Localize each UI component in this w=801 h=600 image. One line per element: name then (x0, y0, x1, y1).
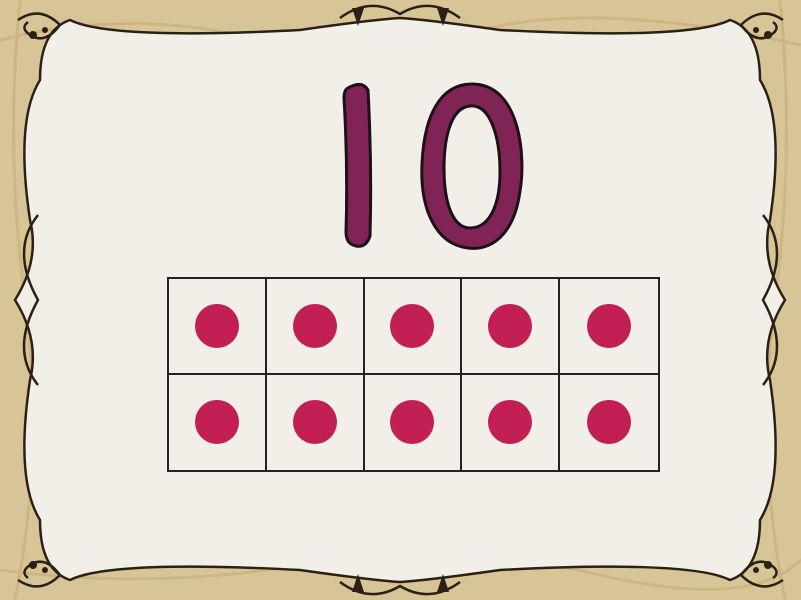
ten-frame-cell (365, 374, 463, 470)
digit-one (342, 83, 373, 248)
ten-frame-cell (560, 279, 658, 375)
counter-dot (292, 400, 337, 445)
ten-frame-cell (267, 374, 365, 470)
counter-dot (488, 303, 533, 348)
numeral-ten (342, 82, 524, 250)
ten-frame-cell (364, 279, 463, 375)
ten-frame-cell (169, 279, 267, 375)
counter-dot (292, 303, 337, 348)
ten-frame-cell (169, 374, 267, 470)
ten-frame-cell (462, 279, 561, 375)
ten-frame-cell (462, 374, 561, 470)
digit-zero (420, 82, 524, 250)
counter-dot (390, 400, 435, 445)
ten-frame-cell (266, 279, 365, 375)
counter-dot (390, 303, 435, 348)
counter-dot (194, 400, 239, 445)
counter-dot (488, 400, 533, 445)
ten-frame-cell (560, 375, 658, 471)
counter-dot (587, 303, 632, 348)
ten-frame-grid (167, 277, 660, 472)
counter-dot (587, 400, 632, 445)
number-card: 10 (0, 0, 801, 600)
counter-dot (194, 303, 239, 348)
